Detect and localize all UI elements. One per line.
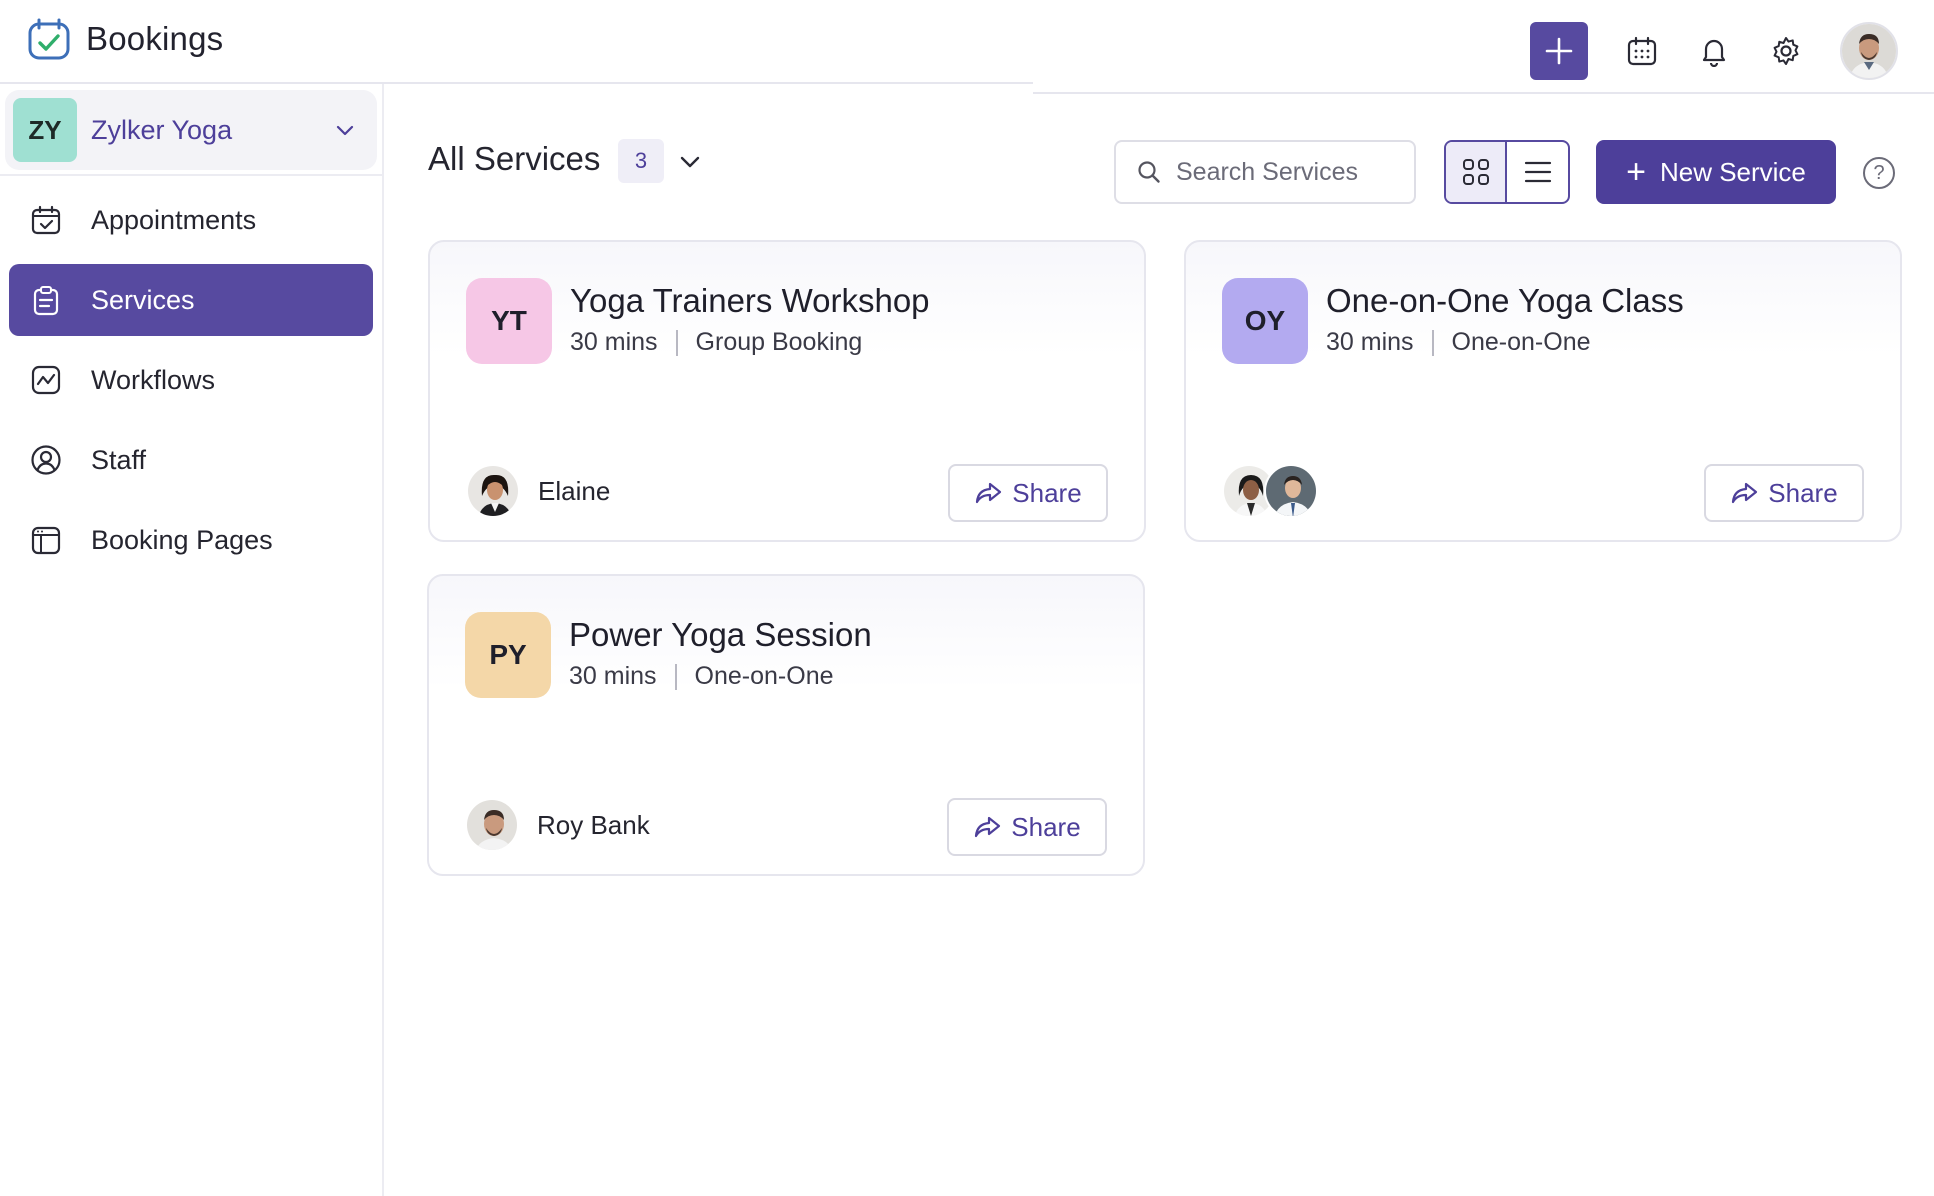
workspace-badge: ZY	[13, 98, 77, 162]
sidebar-item-booking-pages[interactable]: Booking Pages	[9, 504, 373, 576]
service-initials-badge: OY	[1222, 278, 1308, 364]
service-meta: 30 mins Group Booking	[570, 328, 862, 357]
gear-icon	[1773, 37, 1799, 65]
calendar-check-icon	[29, 203, 63, 237]
service-duration: 30 mins	[569, 662, 657, 690]
service-initials-badge: YT	[466, 278, 552, 364]
booking-page-icon	[29, 523, 63, 557]
brand[interactable]: Bookings	[26, 16, 223, 62]
staff-avatar	[466, 464, 520, 518]
sidebar-nav: Appointments Services Workflows Staff Bo…	[9, 184, 373, 584]
app-title: Bookings	[86, 20, 224, 57]
page-title: All Services	[428, 140, 601, 177]
new-service-label: New Service	[1659, 156, 1806, 187]
share-icon	[1732, 482, 1758, 504]
grid-view-button[interactable]	[1446, 142, 1507, 202]
service-type: Group Booking	[695, 328, 863, 356]
sidebar-item-staff[interactable]: Staff	[9, 424, 373, 496]
service-name[interactable]: Yoga Trainers Workshop	[570, 282, 930, 320]
bell-icon	[1702, 39, 1726, 67]
service-type: One-on-One	[1451, 328, 1591, 356]
calendar-button[interactable]	[1624, 33, 1660, 69]
share-button[interactable]: Share	[948, 464, 1108, 522]
meta-separator	[675, 329, 678, 356]
staff-photo-icon	[1266, 466, 1316, 516]
service-duration: 30 mins	[570, 328, 658, 356]
plus-icon	[1545, 37, 1573, 65]
sidebar-item-label: Services	[91, 284, 195, 315]
staff-list	[1222, 464, 1336, 518]
workflow-icon	[29, 363, 63, 397]
top-actions	[1530, 22, 1898, 80]
workspace-name: Zylker Yoga	[91, 114, 233, 145]
chevron-down-icon	[336, 125, 354, 136]
notifications-button[interactable]	[1696, 33, 1732, 69]
share-label: Share	[1012, 477, 1082, 508]
meta-separator	[1431, 329, 1434, 356]
service-initials-badge: PY	[465, 612, 551, 698]
service-count-badge: 3	[618, 139, 664, 183]
share-icon	[975, 816, 1001, 838]
search-input[interactable]	[1176, 157, 1406, 187]
chevron-down-icon[interactable]	[676, 148, 704, 176]
service-card[interactable]: OY One-on-One Yoga Class 30 mins One-on-…	[1184, 240, 1902, 542]
sidebar-item-label: Workflows	[91, 364, 216, 395]
staff-name: Elaine	[538, 475, 611, 506]
user-photo-icon	[1842, 24, 1896, 78]
staff-avatar	[1264, 464, 1318, 518]
clipboard-icon	[29, 283, 63, 317]
staff-name: Roy Bank	[537, 809, 650, 840]
service-card[interactable]: PY Power Yoga Session 30 mins One-on-One…	[427, 574, 1145, 876]
service-card[interactable]: YT Yoga Trainers Workshop 30 mins Group …	[428, 240, 1146, 542]
grid-icon	[1462, 159, 1489, 185]
search-icon	[1138, 161, 1160, 183]
service-meta: 30 mins One-on-One	[1326, 328, 1591, 357]
calendar-icon	[1627, 36, 1657, 66]
help-icon[interactable]: ?	[1863, 157, 1895, 189]
settings-button[interactable]	[1768, 33, 1804, 69]
sidebar-divider	[0, 174, 382, 176]
share-label: Share	[1768, 477, 1838, 508]
search-box[interactable]	[1114, 140, 1416, 204]
top-divider-right	[1033, 92, 1934, 94]
share-button[interactable]: Share	[947, 798, 1107, 856]
staff-photo-icon	[468, 466, 518, 516]
sidebar-item-services[interactable]: Services	[9, 264, 373, 336]
share-button[interactable]: Share	[1704, 464, 1864, 522]
sidebar-item-workflows[interactable]: Workflows	[9, 344, 373, 416]
staff-list: Elaine	[466, 464, 610, 518]
quick-add-button[interactable]	[1530, 22, 1588, 80]
sidebar-item-appointments[interactable]: Appointments	[9, 184, 373, 256]
user-circle-icon	[29, 443, 63, 477]
workspace-switcher[interactable]: ZY Zylker Yoga	[5, 90, 377, 170]
sidebar-item-label: Booking Pages	[91, 524, 273, 555]
meta-separator	[674, 663, 677, 690]
share-label: Share	[1011, 811, 1081, 842]
sidebar-item-label: Staff	[91, 444, 147, 475]
staff-list: Roy Bank	[465, 798, 650, 852]
service-type: One-on-One	[694, 662, 834, 690]
new-service-button[interactable]: + New Service	[1596, 140, 1836, 204]
sidebar-item-label: Appointments	[91, 204, 257, 235]
staff-photo-icon	[467, 800, 517, 850]
staff-avatar	[465, 798, 519, 852]
plus-icon: +	[1626, 153, 1646, 191]
service-meta: 30 mins One-on-One	[569, 662, 834, 691]
service-name[interactable]: Power Yoga Session	[569, 616, 872, 654]
view-toggle	[1444, 140, 1570, 204]
user-avatar[interactable]	[1840, 22, 1898, 80]
list-view-button[interactable]	[1507, 142, 1568, 202]
service-duration: 30 mins	[1326, 328, 1414, 356]
service-name[interactable]: One-on-One Yoga Class	[1326, 282, 1684, 320]
top-bar: Bookings	[0, 0, 1934, 94]
list-icon	[1524, 161, 1551, 183]
share-icon	[976, 482, 1002, 504]
bookings-logo-icon	[28, 18, 70, 60]
